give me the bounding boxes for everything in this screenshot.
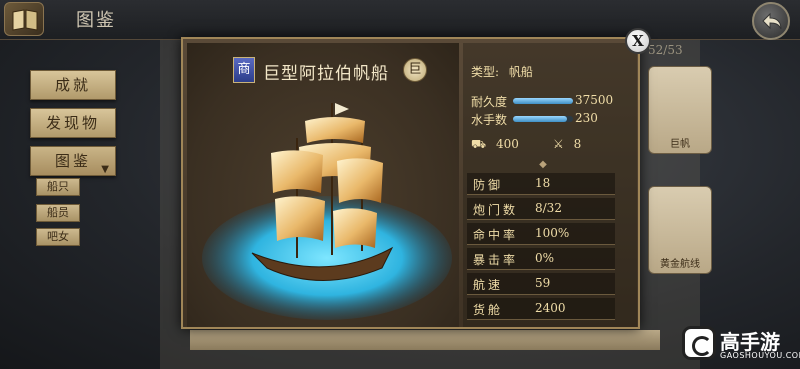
durability-bar-fill bbox=[513, 98, 573, 104]
chevron-down-icon: ▼ bbox=[101, 164, 112, 175]
menu-encyclopedia[interactable]: 图鉴 ▼ bbox=[30, 146, 116, 176]
watermark: 高手游 GAOSHOUYOU.COM bbox=[682, 326, 800, 366]
attribute-label: 防御 bbox=[473, 178, 504, 192]
submenu-label: 吧女 bbox=[47, 230, 69, 243]
ship-size-badge: 巨 bbox=[403, 58, 427, 82]
ship-stats-panel: 类型: 帆船 耐久度 37500 水手数 230 ⛟ 400 ⚔ 8 ◆ 防御 … bbox=[463, 43, 637, 327]
attribute-label: 命中率 bbox=[473, 228, 519, 242]
watermark-logo-icon bbox=[682, 326, 716, 360]
cargo-icon: ⛟ bbox=[471, 137, 487, 151]
attribute-row: 命中率 100% bbox=[467, 223, 615, 245]
menu-achievements[interactable]: 成就 bbox=[30, 70, 116, 100]
attribute-label: 航速 bbox=[473, 278, 504, 292]
back-button[interactable] bbox=[752, 2, 790, 40]
book-icon bbox=[12, 9, 38, 31]
submenu-label: 船只 bbox=[47, 180, 69, 193]
submenu-ships[interactable]: 船只 bbox=[36, 178, 80, 196]
attribute-value: 59 bbox=[535, 276, 551, 290]
top-bar: 图鉴 bbox=[0, 0, 800, 40]
ship-card[interactable]: 黄金航线 bbox=[648, 186, 712, 274]
attribute-label: 暴击率 bbox=[473, 253, 519, 267]
book-menu-button[interactable] bbox=[4, 2, 44, 36]
watermark-subtext: GAOSHOUYOU.COM bbox=[720, 351, 800, 360]
cargo-row: ⛟ 400 bbox=[471, 137, 519, 153]
divider-ornament: ◆ bbox=[539, 159, 547, 170]
collection-count: 52/53 bbox=[648, 43, 683, 57]
ship-image bbox=[202, 103, 452, 320]
weapons-value: 8 bbox=[573, 137, 582, 151]
attribute-label: 货舱 bbox=[473, 303, 504, 317]
ship-card[interactable]: 巨帆 bbox=[648, 66, 712, 154]
crew-label: 水手数 bbox=[471, 113, 508, 127]
attribute-row: 暴击率 0% bbox=[467, 248, 615, 270]
ship-card-label: 黄金航线 bbox=[660, 259, 700, 270]
crew-bar-fill bbox=[513, 116, 567, 122]
attribute-value: 2400 bbox=[535, 301, 566, 315]
ship-preview: 商 巨型阿拉伯帆船 巨 bbox=[187, 43, 459, 327]
crew-bar bbox=[513, 116, 573, 122]
attribute-value: 0% bbox=[535, 251, 555, 265]
attribute-row: 航速 59 bbox=[467, 273, 615, 295]
ship-type-badge: 商 bbox=[233, 57, 255, 83]
ship-name: 巨型阿拉伯帆船 bbox=[263, 64, 389, 84]
crossed-swords-icon: ⚔ bbox=[553, 137, 564, 151]
menu-label: 发现物 bbox=[45, 114, 100, 132]
ship-type-label: 类型: bbox=[471, 65, 500, 79]
durability-value: 37500 bbox=[575, 93, 614, 107]
back-arrow-icon bbox=[762, 12, 782, 30]
weapons-row: ⚔ 8 bbox=[553, 137, 581, 151]
attribute-row: 货舱 2400 bbox=[467, 298, 615, 320]
ship-detail-dialog: 商 巨型阿拉伯帆船 巨 类型: 帆船 耐久度 37500 水手数 230 ⛟ 4… bbox=[181, 37, 640, 329]
attribute-value: 18 bbox=[535, 176, 551, 190]
screen-title: 图鉴 bbox=[76, 10, 116, 31]
close-button[interactable]: X bbox=[625, 28, 651, 54]
submenu-crew[interactable]: 船员 bbox=[36, 204, 80, 222]
ship-type-value: 帆船 bbox=[508, 65, 533, 79]
menu-discoveries[interactable]: 发现物 bbox=[30, 108, 116, 138]
cargo-value: 400 bbox=[495, 137, 519, 151]
attribute-value: 8/32 bbox=[535, 201, 562, 215]
menu-label: 图鉴 bbox=[54, 152, 91, 170]
menu-label: 成就 bbox=[54, 76, 91, 94]
submenu-label: 船员 bbox=[47, 206, 69, 219]
ship-type-row: 类型: 帆船 bbox=[471, 63, 533, 80]
durability-label: 耐久度 bbox=[471, 95, 508, 109]
durability-bar bbox=[513, 98, 573, 104]
attribute-label: 炮门数 bbox=[473, 203, 519, 217]
attribute-row: 炮门数 8/32 bbox=[467, 198, 615, 220]
bottom-card-row bbox=[190, 330, 660, 350]
attribute-row: 防御 18 bbox=[467, 173, 615, 195]
submenu-barmaids[interactable]: 吧女 bbox=[36, 228, 80, 246]
crew-value: 230 bbox=[575, 111, 598, 125]
attribute-value: 100% bbox=[535, 226, 570, 240]
ship-card-label: 巨帆 bbox=[670, 139, 690, 150]
